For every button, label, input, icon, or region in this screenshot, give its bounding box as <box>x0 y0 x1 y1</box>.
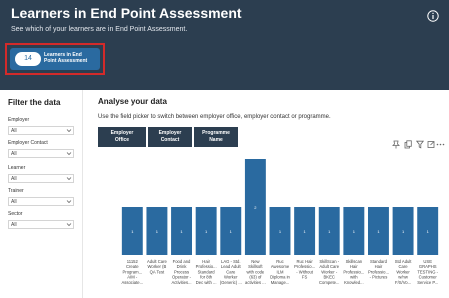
tab-label-line1: Employer <box>110 130 134 136</box>
kpi-card[interactable]: 14 Learners in End Point Assessment <box>10 48 100 70</box>
x-tick-label: Adult Care Worker (B QA Test <box>147 259 167 274</box>
pin-icon[interactable] <box>392 140 400 149</box>
filter-panel: Filter the data Employer All Employer Co… <box>0 90 83 298</box>
analyse-description: Use the field picker to switch between e… <box>98 114 331 120</box>
kpi-value: 14 <box>15 52 41 66</box>
x-tick-label: Hair Professio... Standard for 8th Dec with … <box>196 259 217 285</box>
learner-dropdown-value: All <box>11 176 17 182</box>
x-tick-label: Ruc Awesome ILM Diploma in Manage... <box>270 259 290 285</box>
x-tick-label: Food and Drink Process Operator -Activities… <box>172 259 192 285</box>
x-tick-label: Std Adult Care Worker w/nw F/S/Vo... <box>395 259 413 285</box>
tab-label-line1: Programme <box>202 130 230 136</box>
chevron-down-icon <box>66 129 72 133</box>
x-tick-label: 11152 Create Program... AIM -Associate... <box>121 259 143 285</box>
page-subtitle: See which of your learners are in End Po… <box>11 26 188 33</box>
page-title: Learners in End Point Assessment <box>11 5 242 21</box>
analyse-title: Analyse your data <box>98 97 167 106</box>
chevron-down-icon <box>66 177 72 181</box>
tab-label-line2: Name <box>209 137 223 143</box>
filter-icon[interactable] <box>416 140 424 149</box>
kpi-label-line2: Point Assessment <box>44 58 88 64</box>
filter-label-employer: Employer <box>8 117 30 123</box>
x-tick-label: USE GRAPHS TESTING -Customer Service P... <box>417 259 438 285</box>
employer-dropdown-value: All <box>11 128 17 134</box>
copy-icon[interactable] <box>404 140 412 149</box>
chevron-down-icon <box>66 200 72 204</box>
tab-label-line2: Office <box>114 137 130 143</box>
info-icon[interactable] <box>427 10 439 22</box>
filter-label-sector: Sector <box>8 211 23 217</box>
employer-contact-dropdown-value: All <box>11 151 17 157</box>
learner-dropdown[interactable]: All <box>8 174 74 183</box>
tab-label-line1: Employer <box>158 130 182 136</box>
chevron-down-icon <box>66 152 72 156</box>
tab-label-line2: Contact <box>160 137 180 143</box>
visual-toolbar <box>392 140 445 150</box>
filter-panel-title: Filter the data <box>8 98 61 107</box>
employer-contact-dropdown[interactable]: All <box>8 149 74 158</box>
trainer-dropdown-value: All <box>11 199 17 205</box>
x-tick-label: SkillScan -Adult Care Worker -BKEC Compete… <box>319 259 340 285</box>
filter-label-employer-contact: Employer Contact <box>8 140 48 146</box>
sector-dropdown-value: All <box>11 222 17 228</box>
field-picker-employer-office[interactable]: Employer Office <box>98 127 146 147</box>
field-picker-programme-name[interactable]: Programme Name <box>194 127 238 147</box>
x-tick-label: Ruc Hair Professio... - Without FS <box>294 259 315 280</box>
focus-mode-icon[interactable] <box>427 140 435 149</box>
report-header: Learners in End Point Assessment See whi… <box>0 0 449 90</box>
x-tick-label: New Skillsoft with code (63) of activities .… <box>245 259 266 285</box>
sector-dropdown[interactable]: All <box>8 220 74 229</box>
chevron-down-icon <box>66 223 72 227</box>
trainer-dropdown[interactable]: All <box>8 197 74 206</box>
more-options-icon[interactable] <box>436 140 445 149</box>
x-tick-label: LAG - Std. Lead Adult Care Worker (Generic) … <box>220 259 242 285</box>
programme-bar-chart: 012111152CreateProgram...AIM -Associate.… <box>121 159 439 285</box>
filter-label-trainer: Trainer <box>8 188 24 194</box>
filter-label-learner: Learner <box>8 165 26 171</box>
x-tick-label: Skillscan Hair Professio... with Knowled... <box>343 259 364 285</box>
x-tick-label: Standard Hair Professio... - Pictures <box>368 259 389 280</box>
field-picker-employer-contact[interactable]: Employer Contact <box>148 127 192 147</box>
employer-dropdown[interactable]: All <box>8 126 74 135</box>
kpi-label: Learners in End Point Assessment <box>44 52 98 64</box>
